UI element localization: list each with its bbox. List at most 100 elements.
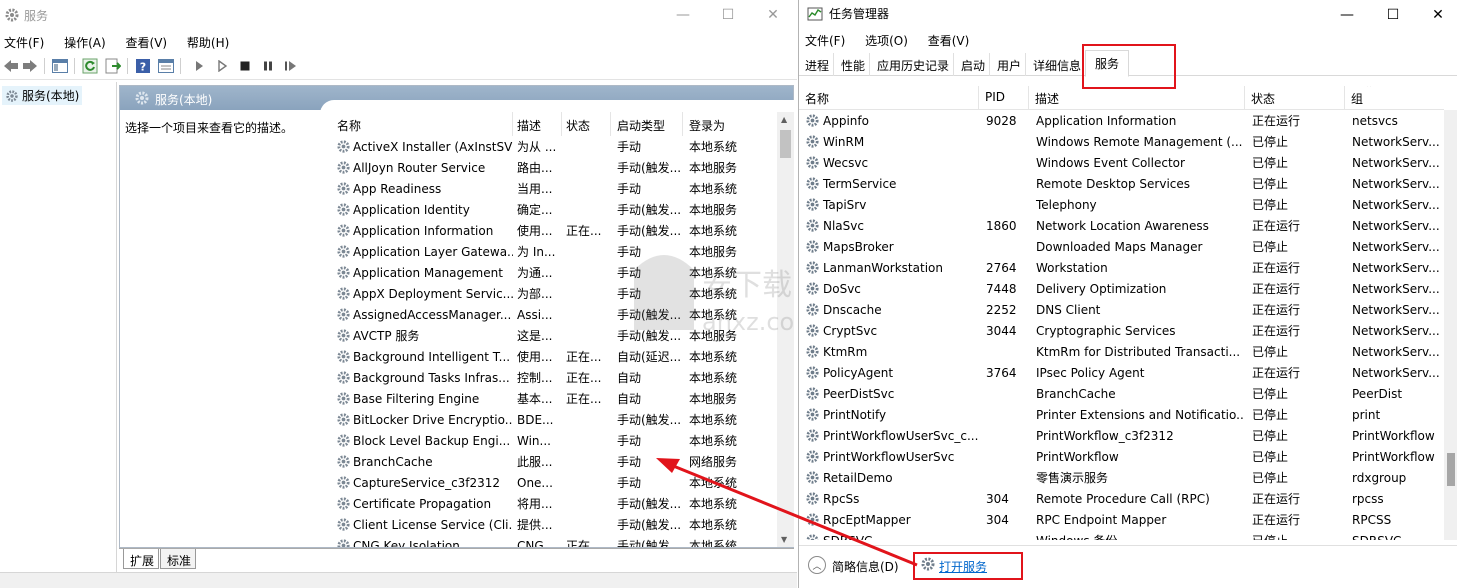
collapse-chevron-icon[interactable]: ︿ [808,556,826,574]
table-row[interactable]: Application Information 使用... 正在... 手动(触发..… [333,220,778,241]
refresh-icon[interactable] [81,57,99,75]
back-icon[interactable] [2,57,20,75]
table-row[interactable]: LanmanWorkstation 2764 Workstation 正在运行 Netw… [799,257,1444,278]
table-row[interactable]: AllJoyn Router Service 路由... 手动(触发... 本地服务 [333,157,778,178]
service-status: 已停止 [1252,135,1289,149]
service-startup-type: 手动 [617,182,642,196]
show-hide-tree-icon[interactable] [51,57,69,75]
col-status[interactable]: 状态 [562,112,611,136]
tab-startup[interactable]: 启动 [957,53,991,76]
start-service-icon[interactable] [190,57,208,75]
minimize-button[interactable]: — [660,0,706,30]
service-name: Dnscache [823,302,882,317]
service-group: NetworkServ... [1352,344,1440,359]
table-row[interactable]: AssignedAccessManager... Assi... 手动(触发... 本… [333,304,778,325]
table-row[interactable]: ActiveX Installer (AxInstSV) 为从 ... 手动 本地系统 [333,136,778,157]
maximize-button[interactable]: ☐ [1370,0,1416,30]
table-row[interactable]: RpcSs 304 Remote Procedure Call (RPC) 正在运行 r… [799,488,1444,509]
service-pid: 7448 [986,281,1017,296]
table-row[interactable]: PrintNotify Printer Extensions and Notifi… [799,404,1444,425]
tab-processes[interactable]: 进程 [801,53,835,76]
col-description[interactable]: 描述 [513,112,562,136]
table-row[interactable]: TapiSrv Telephony 已停止 NetworkServ... [799,194,1444,215]
table-row[interactable]: PrintWorkflowUserSvc PrintWorkflow 已停止 Prin… [799,446,1444,467]
menu-help[interactable]: 帮助(H) [183,30,229,51]
col-pid[interactable]: PID [979,86,1029,110]
service-startup-type: 自动 [617,371,642,385]
services-list-scrollbar[interactable]: ▲ ▼ [777,112,794,547]
table-row[interactable]: KtmRm KtmRm for Distributed Transacti... 已… [799,341,1444,362]
table-row[interactable]: PolicyAgent 3764 IPsec Policy Agent 正在运行 Net… [799,362,1444,383]
col-startup-type[interactable]: 启动类型 [611,112,683,136]
services-titlebar: 服务 — ☐ ✕ [0,0,797,30]
maximize-button[interactable]: ☐ [705,0,751,30]
tab-app-history[interactable]: 应用历史记录 [873,53,955,76]
tab-performance[interactable]: 性能 [837,53,871,76]
table-row[interactable]: WinRM Windows Remote Management (... 已停止 Ne… [799,131,1444,152]
brief-info-link[interactable]: 简略信息(D) [832,558,899,575]
col-name[interactable]: 名称 [799,86,979,110]
table-row[interactable]: Base Filtering Engine 基本... 正在... 自动 本地服务 [333,388,778,409]
restart-service-icon[interactable] [282,57,300,75]
table-row[interactable]: Background Intelligent T... 使用... 正在... 自动(… [333,346,778,367]
service-description: 确定... [517,203,553,217]
table-row[interactable]: Application Identity 确定... 手动(触发... 本地服务 [333,199,778,220]
table-row[interactable]: CNG Key Isolation CNG... 正在... 手动(触发... 本地系统 [333,535,778,547]
menu-file[interactable]: 文件(F) [0,30,44,51]
service-logon: 本地系统 [689,413,738,427]
tab-extended[interactable]: 扩展 [123,549,160,569]
table-row[interactable]: RetailDemo 零售演示服务 已停止 rdxgroup [799,467,1444,488]
menu-view[interactable]: 查看(V) [924,28,970,49]
table-row[interactable]: AVCTP 服务 这是... 手动(触发... 本地服务 [333,325,778,346]
minimize-button[interactable]: — [1324,0,1370,30]
service-description: Application Information [1036,113,1177,128]
properties-icon[interactable] [157,57,175,75]
start-service-alt-icon[interactable] [213,57,231,75]
table-row[interactable]: NlaSvc 1860 Network Location Awareness 正在运行… [799,215,1444,236]
table-row[interactable]: Client License Service (Cli... 提供... 手动(触发… [333,514,778,535]
table-row[interactable]: PrintWorkflowUserSvc_c... PrintWorkflow_c… [799,425,1444,446]
table-row[interactable]: MapsBroker Downloaded Maps Manager 已停止 Netw… [799,236,1444,257]
table-row[interactable]: AppX Deployment Servic... 为部... 手动 本地系统 [333,283,778,304]
tab-standard[interactable]: 标准 [160,549,197,569]
table-row[interactable]: CaptureService_c3f2312 One... 手动 本地系统 [333,472,778,493]
forward-icon[interactable] [21,57,39,75]
service-gear-icon [806,513,819,526]
menu-action[interactable]: 操作(A) [60,30,106,51]
table-row[interactable]: Background Tasks Infras... 控制... 正在... 自动 本地… [333,367,778,388]
table-row[interactable]: Wecsvc Windows Event Collector 已停止 NetworkS… [799,152,1444,173]
table-row[interactable]: BitLocker Drive Encryptio... BDE... 手动(触发.… [333,409,778,430]
table-row[interactable]: BranchCache 此服... 手动 网络服务 [333,451,778,472]
tab-details[interactable]: 详细信息 [1029,53,1087,76]
table-row[interactable]: Certificate Propagation 将用... 手动(触发... 本地系统 [333,493,778,514]
table-row[interactable]: DoSvc 7448 Delivery Optimization 正在运行 Networ… [799,278,1444,299]
pause-service-icon[interactable] [259,57,277,75]
table-row[interactable]: App Readiness 当用... 手动 本地系统 [333,178,778,199]
menu-options[interactable]: 选项(O) [861,28,908,49]
col-description[interactable]: 描述 [1029,86,1245,110]
grid-scrollbar[interactable] [1444,110,1457,540]
table-row[interactable]: TermService Remote Desktop Services 已停止 Net… [799,173,1444,194]
table-row[interactable]: Dnscache 2252 DNS Client 正在运行 NetworkServ... [799,299,1444,320]
export-list-icon[interactable] [104,57,122,75]
col-group[interactable]: 组 [1345,86,1444,110]
stop-service-icon[interactable] [236,57,254,75]
menu-file[interactable]: 文件(F) [801,28,845,49]
close-button[interactable]: ✕ [750,0,796,30]
menu-view[interactable]: 查看(V) [122,30,168,51]
table-row[interactable]: PeerDistSvc BranchCache 已停止 PeerDist [799,383,1444,404]
help-icon[interactable]: ? [134,57,152,75]
table-row[interactable]: Application Management 为通... 手动 本地系统 [333,262,778,283]
tab-users[interactable]: 用户 [993,53,1027,76]
close-button[interactable]: ✕ [1415,0,1457,30]
service-group: NetworkServ... [1352,197,1440,212]
table-row[interactable]: Block Level Backup Engi... Win... 手动 本地系统 [333,430,778,451]
col-log-on-as[interactable]: 登录为 [683,112,763,136]
col-status[interactable]: 状态 [1245,86,1345,110]
table-row[interactable]: Application Layer Gatewa... 为 In... 手动 本地服务 [333,241,778,262]
table-row[interactable]: SDRSVCWindows 备份已停止SDRSVC [799,530,1444,540]
tree-node-local-services[interactable]: 服务(本地) [2,86,83,105]
table-row[interactable]: RpcEptMapper 304 RPC Endpoint Mapper 正在运行 RP… [799,509,1444,530]
table-row[interactable]: CryptSvc 3044 Cryptographic Services 正在运行 Ne… [799,320,1444,341]
table-row[interactable]: Appinfo 9028 Application Information 正在运行 ne… [799,110,1444,131]
